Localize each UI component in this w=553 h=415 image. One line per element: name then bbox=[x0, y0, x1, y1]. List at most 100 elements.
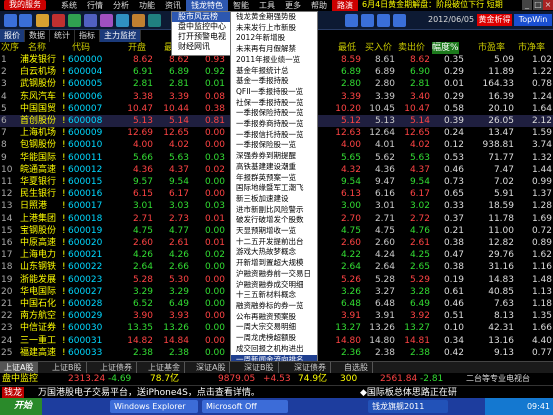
submenu-item[interactable]: 破发行破增发个股数 bbox=[231, 215, 317, 226]
menu-item-finance-news[interactable]: 财经网讯 bbox=[172, 42, 230, 52]
trade-icon[interactable] bbox=[148, 14, 161, 27]
info-mark-icon[interactable]: ! bbox=[62, 298, 66, 310]
submenu-item[interactable]: 一季报券商持股一览 bbox=[231, 119, 317, 130]
info-mark-icon[interactable]: ! bbox=[62, 91, 66, 103]
info-mark-icon[interactable]: ! bbox=[62, 103, 66, 115]
info-mark-icon[interactable]: ! bbox=[62, 200, 66, 212]
submenu-item[interactable]: 沪融资融券成交明细 bbox=[231, 280, 317, 291]
tv-note[interactable]: 二台等专业电视台 bbox=[466, 373, 530, 385]
submenu-item[interactable]: 沪融资融券前一交易日 bbox=[231, 269, 317, 280]
info-mark-icon[interactable]: ! bbox=[62, 115, 66, 127]
info-mark-icon[interactable]: ! bbox=[62, 225, 66, 237]
col-low[interactable]: 最低 bbox=[338, 42, 356, 54]
submenu-item[interactable]: 2011年报业绩一览 bbox=[231, 55, 317, 66]
select-icon[interactable] bbox=[116, 14, 129, 27]
menu-item-alert-tv[interactable]: 打开预警电视 bbox=[172, 32, 230, 42]
submenu-item[interactable]: 进市新副比风险警示 bbox=[231, 205, 317, 216]
tab-quote[interactable]: 报价 bbox=[0, 30, 25, 42]
menu-quotes[interactable]: 行情 bbox=[82, 0, 108, 11]
info-mark-icon[interactable]: ! bbox=[62, 322, 66, 334]
task-qianlong[interactable]: 钱龙旗舰2011 bbox=[368, 400, 448, 413]
menu-item-market-ranking[interactable]: 股市风云榜 bbox=[172, 12, 230, 22]
menu-system[interactable]: 系统 bbox=[56, 0, 82, 11]
menu-analysis[interactable]: 分析 bbox=[108, 0, 134, 11]
forward-icon[interactable] bbox=[19, 14, 32, 27]
home-icon[interactable] bbox=[36, 14, 49, 27]
submenu-item[interactable]: 社保一季报持股一览 bbox=[231, 98, 317, 109]
submenu-item[interactable]: 未来发行上市新股 bbox=[231, 23, 317, 34]
submenu-item[interactable]: 年报群英预案一览 bbox=[231, 173, 317, 184]
print-icon[interactable] bbox=[345, 14, 358, 27]
col-index[interactable]: 次序 bbox=[1, 42, 19, 54]
submenu-item[interactable]: 一季报保险持股一览 bbox=[231, 108, 317, 119]
info-mark-icon[interactable]: ! bbox=[62, 66, 66, 78]
info-mark-icon[interactable]: ! bbox=[62, 274, 66, 286]
back-icon[interactable] bbox=[4, 14, 17, 27]
close-icon[interactable]: × bbox=[543, 0, 553, 10]
news-marquee[interactable]: 6月4日黄金期解盘：阶段破位下行 短期 bbox=[362, 0, 503, 10]
info-mark-icon[interactable]: ! bbox=[62, 213, 66, 225]
info-mark-icon[interactable]: ! bbox=[62, 249, 66, 261]
col-name[interactable]: 名称 bbox=[28, 42, 46, 54]
tab-indicators[interactable]: 指标 bbox=[75, 30, 100, 42]
start-button[interactable]: 开始 bbox=[0, 398, 42, 415]
submenu-item[interactable]: 国际地缘暨军工潮飞 bbox=[231, 183, 317, 194]
menu-functions[interactable]: 功能 bbox=[134, 0, 160, 11]
info-mark-icon[interactable]: ! bbox=[62, 152, 66, 164]
info-mark-icon[interactable]: ! bbox=[62, 261, 66, 273]
settings-icon[interactable] bbox=[361, 14, 374, 27]
col-buy[interactable]: 买入价 bbox=[365, 42, 392, 54]
submenu-item[interactable]: 公布再融资预案股 bbox=[231, 312, 317, 323]
submenu-item[interactable]: 新三板加速建设 bbox=[231, 194, 317, 205]
tab-main-monitor[interactable]: 主力监控 bbox=[100, 30, 141, 42]
submenu-item[interactable]: 钱龙黄金期强势股 bbox=[231, 12, 317, 23]
submenu-item[interactable]: 2012年新增股 bbox=[231, 33, 317, 44]
submenu-item[interactable]: QFII一季报持股一览 bbox=[231, 87, 317, 98]
submenu-item[interactable]: 成交回报之机构进出 bbox=[231, 344, 317, 355]
tab-stats[interactable]: 统计 bbox=[50, 30, 75, 42]
submenu-item[interactable]: 一周大宗交易明细 bbox=[231, 322, 317, 333]
task-microsoft-office[interactable]: Microsoft Off bbox=[202, 400, 288, 413]
info-mark-icon[interactable]: ! bbox=[62, 286, 66, 298]
submenu-item[interactable]: 融资融券标的券一览 bbox=[231, 301, 317, 312]
menu-item-monitor-center[interactable]: 盘中监控中心 bbox=[172, 22, 230, 32]
col-pb[interactable]: 市净率 bbox=[518, 42, 545, 54]
info-mark-icon[interactable]: ! bbox=[62, 164, 66, 176]
submenu-item[interactable]: 一季报保险股一览 bbox=[231, 140, 317, 151]
kline-icon[interactable] bbox=[68, 14, 81, 27]
col-code[interactable]: 代码 bbox=[72, 42, 90, 54]
service-logo[interactable]: 我的服务 bbox=[4, 0, 46, 10]
task-windows-explorer[interactable]: Windows Explorer bbox=[110, 400, 198, 413]
submenu-item[interactable]: 一周龙虎榜超额股 bbox=[231, 333, 317, 344]
tab-data[interactable]: 数据 bbox=[25, 30, 50, 42]
info-mark-icon[interactable]: ! bbox=[62, 176, 66, 188]
submenu-item[interactable]: 游戏大热故梦概念 bbox=[231, 247, 317, 258]
menu-tools[interactable]: 工具 bbox=[254, 0, 280, 11]
gold-analysis-button[interactable]: 黄金析得 bbox=[477, 14, 512, 26]
menu-news[interactable]: 资讯 bbox=[160, 0, 186, 11]
chart-icon[interactable] bbox=[52, 14, 65, 27]
submenu-item[interactable]: 深强券券到期提醒 bbox=[231, 151, 317, 162]
info-mark-icon[interactable]: ! bbox=[62, 78, 66, 90]
col-amplitude[interactable]: 幅度% bbox=[432, 42, 459, 54]
col-open[interactable]: 开盘 bbox=[128, 42, 146, 54]
menu-roadshow[interactable]: 路演 bbox=[332, 0, 358, 11]
submenu-item[interactable]: 基金一季报持股 bbox=[231, 76, 317, 87]
col-sell[interactable]: 卖出价 bbox=[398, 42, 425, 54]
maximize-icon[interactable]: □ bbox=[533, 0, 543, 10]
submenu-item[interactable]: 高铁基建建设潮重 bbox=[231, 162, 317, 173]
submenu-item[interactable]: 基金年报统计总 bbox=[231, 66, 317, 77]
menu-more[interactable]: 更多 bbox=[280, 0, 306, 11]
info-mark-icon[interactable]: ! bbox=[62, 310, 66, 322]
f10-icon[interactable] bbox=[84, 14, 97, 27]
topwin-button[interactable]: TopWin bbox=[514, 14, 552, 26]
news-icon[interactable] bbox=[100, 14, 113, 27]
submenu-item[interactable]: 十三五新材料概念 bbox=[231, 290, 317, 301]
info-mark-icon[interactable]: ! bbox=[62, 237, 66, 249]
info-mark-icon[interactable]: ! bbox=[62, 335, 66, 347]
monitor-label[interactable]: 盘中监控 bbox=[2, 373, 38, 385]
info-mark-icon[interactable]: ! bbox=[62, 347, 66, 359]
refresh-icon[interactable] bbox=[393, 14, 406, 27]
menu-smart[interactable]: 智能 bbox=[228, 0, 254, 11]
col-pe[interactable]: 市盈率 bbox=[478, 42, 505, 54]
